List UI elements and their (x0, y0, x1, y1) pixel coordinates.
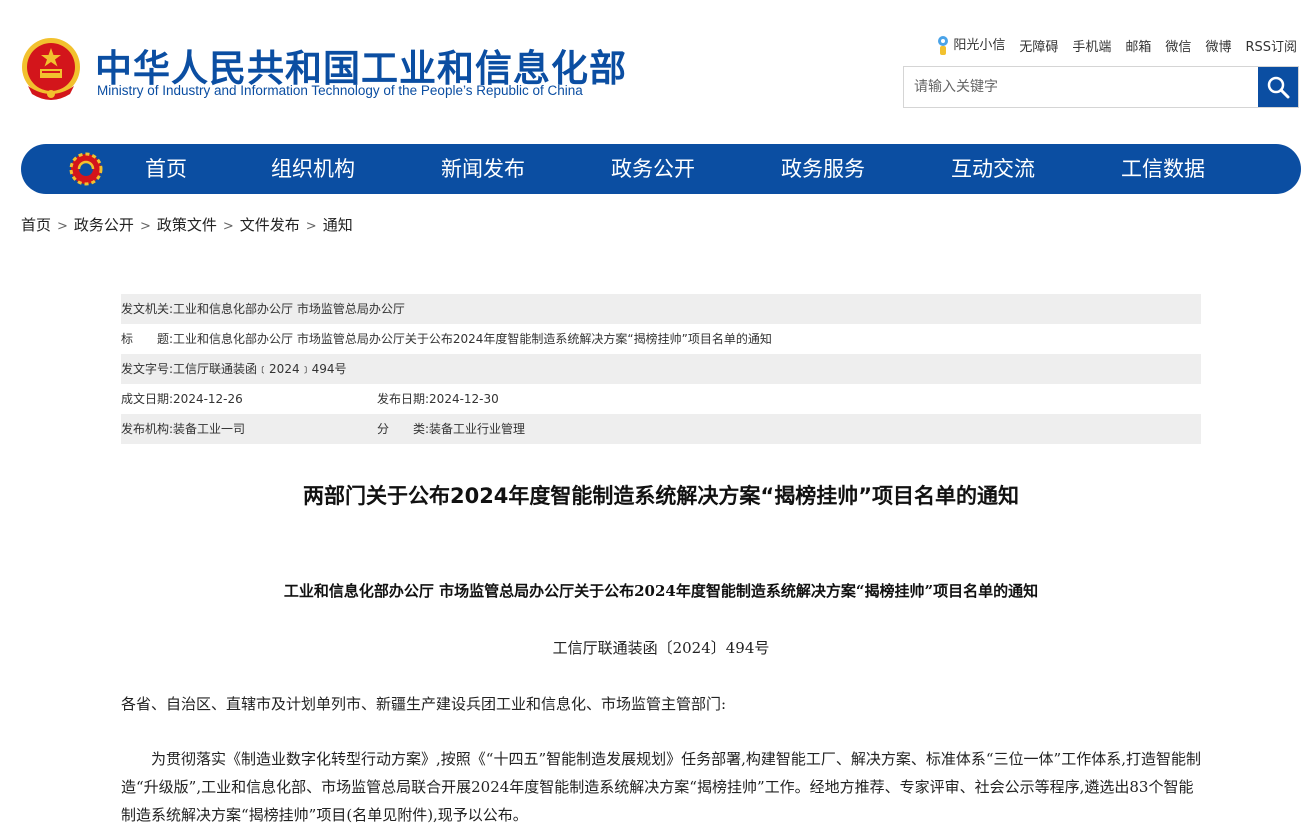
top-link-accessibility[interactable]: 无障碍 (1019, 36, 1058, 55)
meta-title: 标 题:工业和信息化部办公厅 市场监管总局办公厅关于公布2024年度智能制造系统… (121, 332, 772, 346)
national-emblem-icon (20, 36, 82, 102)
nav-item-home[interactable]: 首页 (145, 144, 187, 194)
meta-row-dates: 成文日期:2024-12-26 发布日期:2024-12-30 (121, 384, 1201, 414)
meta-published-date: 发布日期:2024-12-30 (377, 392, 499, 406)
main-nav: 首页 组织机构 新闻发布 政务公开 政务服务 互动交流 工信数据 (21, 144, 1301, 194)
article-paragraph: 为贯彻落实《制造业数字化转型行动方案》,按照《“十四五”智能制造发展规划》任务部… (121, 750, 1201, 824)
article-subtitle: 工业和信息化部办公厅 市场监管总局办公厅关于公布2024年度智能制造系统解决方案… (283, 582, 1039, 600)
document-meta-table: 发文机关:工业和信息化部办公厅 市场监管总局办公厅 标 题:工业和信息化部办公厅… (121, 294, 1201, 444)
org-name-en: Ministry of Industry and Information Tec… (97, 83, 583, 98)
breadcrumb: 首页 > 政务公开 > 政策文件 > 文件发布 > 通知 (21, 214, 353, 235)
top-link-label: 阳光小信 (953, 38, 1006, 53)
nav-item-interaction[interactable]: 互动交流 (951, 144, 1035, 194)
meta-docno: 发文字号:工信厅联通装函﹝2024﹞494号 (121, 362, 347, 376)
breadcrumb-home[interactable]: 首页 (21, 216, 51, 234)
meta-row-title: 标 题:工业和信息化部办公厅 市场监管总局办公厅关于公布2024年度智能制造系统… (121, 324, 1201, 354)
top-link-sunshine[interactable]: 阳光小信 (935, 34, 1005, 57)
breadcrumb-notice[interactable]: 通知 (323, 216, 353, 234)
breadcrumb-separator: > (57, 219, 68, 234)
meta-row-agency: 发布机构:装备工业一司 分 类:装备工业行业管理 (121, 414, 1201, 444)
top-link-mail[interactable]: 邮箱 (1125, 36, 1151, 55)
article-docno: 工信厅联通装函〔2024〕494号 (552, 639, 770, 657)
breadcrumb-separator: > (222, 219, 234, 234)
breadcrumb-government-affairs[interactable]: 政务公开 (74, 216, 134, 234)
top-link-weibo[interactable]: 微博 (1205, 36, 1231, 55)
meta-category: 分 类:装备工业行业管理 (377, 422, 526, 436)
meta-created-date: 成文日期:2024-12-26 (121, 392, 243, 406)
nav-item-news[interactable]: 新闻发布 (441, 144, 525, 194)
ministry-logo-icon (69, 152, 103, 186)
meta-issuer: 发文机关:工业和信息化部办公厅 市场监管总局办公厅 (121, 302, 405, 316)
nav-item-data[interactable]: 工信数据 (1121, 144, 1205, 194)
search-icon (1267, 76, 1290, 99)
nav-item-services[interactable]: 政务服务 (781, 144, 865, 194)
top-link-wechat[interactable]: 微信 (1165, 36, 1191, 55)
search-box (903, 66, 1299, 108)
article-title: 两部门关于公布2024年度智能制造系统解决方案“揭榜挂帅”项目名单的通知 (302, 484, 1020, 508)
top-link-mobile[interactable]: 手机端 (1072, 36, 1111, 55)
top-link-rss[interactable]: RSS订阅 (1245, 36, 1297, 55)
breadcrumb-separator: > (305, 219, 317, 234)
meta-agency: 发布机构:装备工业一司 (121, 422, 246, 436)
search-input[interactable] (904, 67, 1259, 107)
breadcrumb-separator: > (139, 219, 151, 234)
mascot-icon (935, 35, 951, 57)
breadcrumb-file-release[interactable]: 文件发布 (240, 216, 300, 234)
breadcrumb-policy-documents[interactable]: 政策文件 (157, 216, 217, 234)
article-salutation: 各省、自治区、直辖市及计划单列市、新疆生产建设兵团工业和信息化、市场监管主管部门… (121, 695, 727, 713)
meta-row-issuer: 发文机关:工业和信息化部办公厅 市场监管总局办公厅 (121, 294, 1201, 324)
meta-row-docno: 发文字号:工信厅联通装函﹝2024﹞494号 (121, 354, 1201, 384)
nav-item-organization[interactable]: 组织机构 (271, 144, 355, 194)
nav-item-government-affairs[interactable]: 政务公开 (611, 144, 695, 194)
top-links: 阳光小信 无障碍 手机端 邮箱 微信 微博 RSS订阅 (935, 34, 1297, 57)
search-button[interactable] (1258, 67, 1298, 107)
